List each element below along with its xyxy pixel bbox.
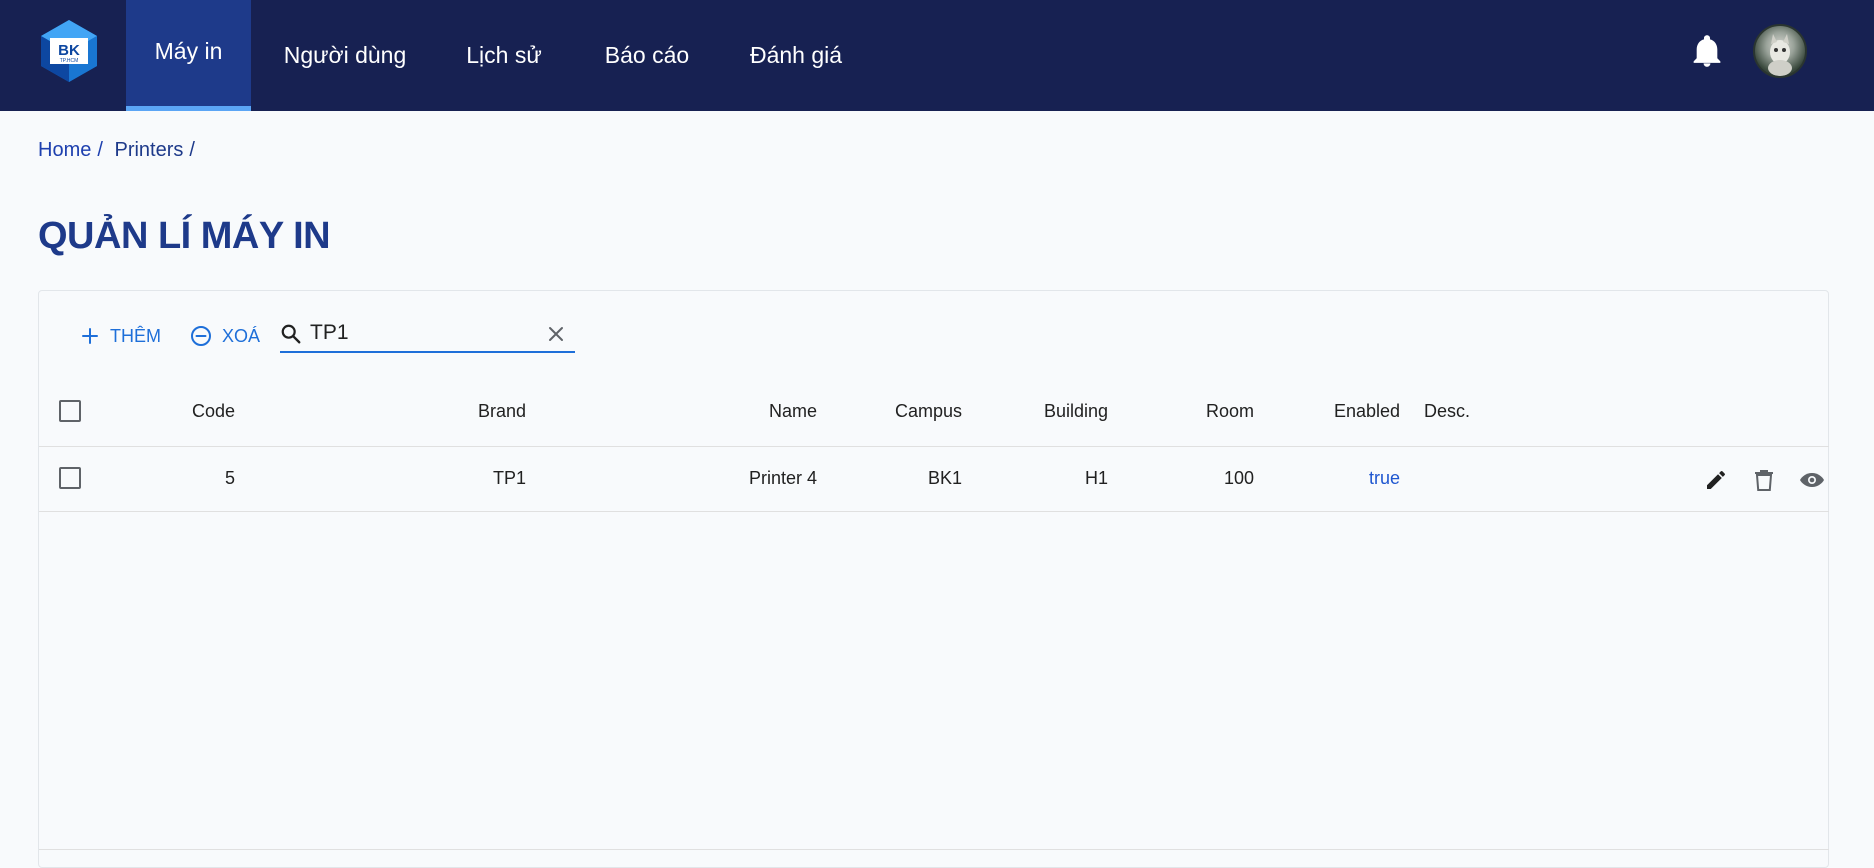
edit-icon[interactable] xyxy=(1702,466,1730,494)
svg-text:BK: BK xyxy=(58,42,80,59)
delete-button[interactable]: XOÁ xyxy=(190,322,260,350)
search-input[interactable] xyxy=(310,318,530,348)
bell-icon[interactable] xyxy=(1692,34,1722,68)
nav-item-label: Báo cáo xyxy=(604,42,690,68)
search-field xyxy=(280,315,575,353)
breadcrumb-separator: / xyxy=(189,139,195,161)
select-all-checkbox[interactable] xyxy=(59,400,81,422)
cell-campus: BK1 xyxy=(927,468,962,488)
breadcrumb-separator: / xyxy=(97,139,103,161)
header-divider xyxy=(39,446,1829,447)
table-footer-divider xyxy=(39,849,1829,850)
column-header-room[interactable]: Room xyxy=(1150,401,1254,422)
add-button[interactable]: THÊM xyxy=(80,322,161,350)
nav-item-may-in[interactable]: Máy in xyxy=(126,0,251,111)
column-header-campus[interactable]: Campus xyxy=(850,401,962,422)
nav-item-danh-gia[interactable]: Đánh giá xyxy=(742,0,850,111)
svg-text:TP.HCM: TP.HCM xyxy=(60,58,79,64)
column-header-enabled[interactable]: Enabled xyxy=(1290,401,1400,422)
top-navbar: BK TP.HCM Máy in Người dùng Lịch sử Báo … xyxy=(0,0,1874,111)
cell-name: Printer 4 xyxy=(748,468,817,488)
cell-room: 100 xyxy=(1223,468,1254,488)
add-button-label: THÊM xyxy=(110,325,161,346)
cell-enabled: true xyxy=(1368,468,1400,488)
bk-logo[interactable]: BK TP.HCM xyxy=(36,18,102,84)
avatar[interactable] xyxy=(1753,24,1807,78)
column-header-brand[interactable]: Brand xyxy=(400,401,526,422)
nav-item-bao-cao[interactable]: Báo cáo xyxy=(594,0,700,111)
column-header-desc[interactable]: Desc. xyxy=(1424,401,1504,422)
nav-item-label: Người dùng xyxy=(283,42,407,68)
minus-circle-icon xyxy=(191,326,211,346)
breadcrumb-home[interactable]: Home xyxy=(38,139,91,161)
nav-item-label: Đánh giá xyxy=(749,42,843,68)
search-icon xyxy=(281,324,301,344)
page-title: QUẢN LÍ MÁY IN xyxy=(38,215,331,257)
delete-button-label: XOÁ xyxy=(222,325,261,346)
nav-item-nguoi-dung[interactable]: Người dùng xyxy=(270,0,420,111)
view-icon[interactable] xyxy=(1798,466,1826,494)
breadcrumb-printers[interactable]: Printers xyxy=(114,139,183,161)
nav-item-lich-su[interactable]: Lịch sử xyxy=(454,0,554,111)
column-header-building[interactable]: Building xyxy=(1000,401,1108,422)
cell-building: H1 xyxy=(1084,468,1108,488)
plus-icon xyxy=(82,328,98,344)
column-header-name[interactable]: Name xyxy=(700,401,817,422)
column-header-code[interactable]: Code xyxy=(150,401,235,422)
row-checkbox[interactable] xyxy=(59,467,81,489)
clear-search-icon[interactable] xyxy=(546,324,566,344)
delete-icon[interactable] xyxy=(1750,466,1778,494)
nav-item-label: Máy in xyxy=(154,37,223,64)
cell-code: 5 xyxy=(224,468,235,488)
printers-table-panel xyxy=(38,290,1829,868)
breadcrumb: Home / Printers / xyxy=(38,139,201,162)
cell-brand: TP1 xyxy=(492,468,526,488)
row-divider xyxy=(39,511,1829,512)
nav-item-label: Lịch sử xyxy=(466,42,542,68)
